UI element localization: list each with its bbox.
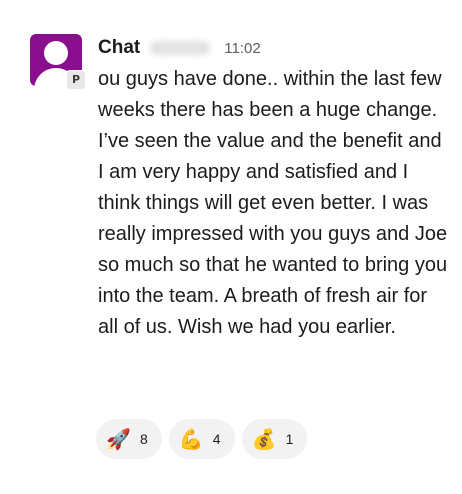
message-timestamp[interactable]: 11:02 [224,40,260,57]
sender-name-redacted [150,41,211,55]
reactions-bar: 🚀 8 💪 4 💰 1 [96,419,308,459]
reaction-count: 8 [140,431,148,447]
reaction-rocket[interactable]: 🚀 8 [96,419,162,459]
reaction-count: 1 [285,431,294,447]
sender-name[interactable]: Chat [98,37,140,59]
flexed-biceps-icon: 💪 [178,427,204,451]
rocket-icon: 🚀 [106,427,131,451]
money-bag-icon: 💰 [251,427,277,451]
message-header: Chat 11:02 [98,36,261,60]
reaction-count: 4 [212,431,221,447]
chat-message: P Chat 11:02 ou guys have done.. within … [0,0,462,494]
reaction-flexed-biceps[interactable]: 💪 4 [168,419,235,459]
message-text: ou guys have done.. within the last few … [98,68,448,338]
avatar-badge: P [66,70,86,90]
avatar-head-shape [44,41,68,65]
reaction-money-bag[interactable]: 💰 1 [241,419,308,459]
